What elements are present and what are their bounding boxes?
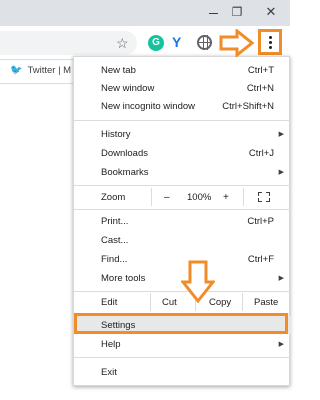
menu-item-downloads[interactable]: Downloads Ctrl+J — [74, 144, 291, 162]
bookmarks-bar-divider — [0, 83, 74, 84]
menu-item-label: Cast... — [101, 234, 129, 246]
menu-item-exit[interactable]: Exit — [74, 363, 291, 381]
menu-item-label: Print... — [101, 215, 129, 227]
menu-item-label: More tools — [101, 272, 146, 284]
menu-item-history[interactable]: History ▶ — [74, 125, 291, 143]
chrome-main-menu: New tab Ctrl+T New window Ctrl+N New inc… — [73, 56, 291, 386]
menu-item-shortcut: Ctrl+T — [247, 64, 274, 76]
menu-item-new-tab[interactable]: New tab Ctrl+T — [74, 61, 291, 79]
bookmark-label: Twitter | M — [27, 64, 72, 76]
twitter-bird-icon: 🐦 — [10, 64, 23, 76]
menu-item-new-incognito-window[interactable]: New incognito window Ctrl+Shift+N — [74, 97, 291, 115]
chrome-menu-button[interactable] — [258, 29, 282, 55]
menu-item-print[interactable]: Print... Ctrl+P — [74, 212, 291, 230]
paste-button[interactable]: Paste — [254, 297, 278, 308]
menu-divider — [74, 209, 291, 210]
settings-highlight-box — [74, 313, 288, 334]
menu-item-label: New tab — [101, 64, 136, 76]
menu-item-help[interactable]: Help ▶ — [74, 335, 291, 353]
zoom-in-button[interactable]: + — [223, 192, 229, 203]
star-outline-icon[interactable]: ☆ — [116, 34, 129, 52]
menu-item-label: New window — [101, 82, 155, 94]
globe-icon[interactable] — [197, 35, 212, 50]
menu-item-label: Edit — [101, 296, 118, 308]
fullscreen-icon[interactable] — [258, 192, 270, 202]
v-extension-icon[interactable]: Y — [172, 33, 181, 51]
cut-button[interactable]: Cut — [162, 297, 177, 308]
submenu-arrow-icon: ▶ — [278, 131, 284, 138]
maximize-button[interactable]: ❐ — [228, 4, 246, 20]
edit-divider — [242, 293, 243, 311]
submenu-arrow-icon: ▶ — [278, 341, 284, 348]
zoom-out-button[interactable]: – — [164, 192, 170, 203]
menu-item-label: Exit — [101, 366, 117, 378]
bookmark-item[interactable]: 🐦 Twitter | M — [10, 63, 71, 77]
menu-item-label: Zoom — [101, 191, 126, 203]
menu-item-shortcut: Ctrl+J — [248, 147, 274, 159]
menu-item-zoom: Zoom – 100% + — [74, 188, 291, 206]
three-dots-vertical-icon — [268, 35, 272, 39]
edit-divider — [150, 293, 151, 311]
submenu-arrow-icon: ▶ — [278, 169, 284, 176]
menu-item-label: Find... — [101, 253, 128, 265]
menu-item-shortcut: Ctrl+F — [247, 253, 274, 265]
arrow-right-icon — [219, 29, 255, 57]
arrow-down-icon — [181, 260, 215, 304]
menu-item-label: History — [101, 128, 131, 140]
submenu-arrow-icon: ▶ — [278, 275, 284, 282]
menu-item-label: Help — [101, 338, 121, 350]
menu-item-cast[interactable]: Cast... — [74, 231, 291, 249]
close-button[interactable]: ✕ — [262, 4, 280, 20]
menu-item-bookmarks[interactable]: Bookmarks ▶ — [74, 163, 291, 181]
menu-item-shortcut: Ctrl+P — [247, 215, 274, 227]
zoom-level: 100% — [187, 191, 212, 203]
title-bar: ❐ ✕ — [0, 0, 290, 26]
grammarly-icon[interactable]: G — [148, 35, 164, 51]
menu-item-shortcut: Ctrl+Shift+N — [222, 100, 274, 112]
close-icon: ✕ — [265, 4, 277, 19]
menu-item-shortcut: Ctrl+N — [246, 82, 274, 94]
menu-item-new-window[interactable]: New window Ctrl+N — [74, 79, 291, 97]
menu-item-label: Downloads — [101, 147, 148, 159]
menu-item-label: Bookmarks — [101, 166, 149, 178]
restore-icon: ❐ — [231, 5, 243, 19]
minimize-button[interactable] — [204, 4, 222, 20]
menu-divider — [74, 120, 291, 121]
menu-divider — [74, 185, 291, 186]
minimize-icon — [208, 12, 218, 14]
menu-divider — [74, 357, 291, 358]
menu-item-label: New incognito window — [101, 100, 195, 112]
